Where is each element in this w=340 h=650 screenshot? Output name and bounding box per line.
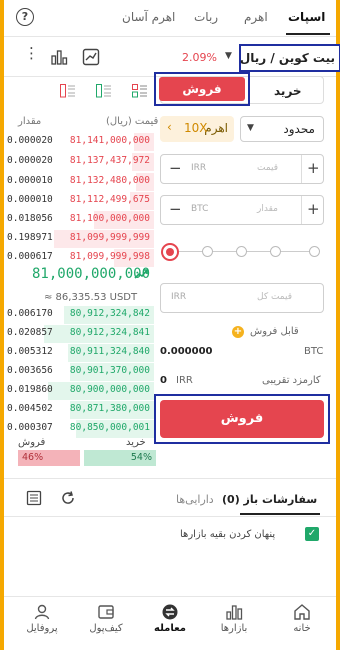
percent-slider-handle[interactable] [161,243,179,261]
home-icon [294,604,310,620]
hide-others-label: پنهان کردن بقیه بازارها [180,529,276,540]
order-type-chevron-icon: ▼ [247,123,254,133]
orders-tab-indicator [240,513,320,515]
ask-row[interactable]: 81,099,999,998 0.000617 [4,248,154,268]
pair-name: بیت کوین / ریال [239,51,335,65]
nav-wallet[interactable]: کیف‌پول [74,603,138,634]
bid-row[interactable]: 80,901,370,000 0.003656 [4,362,154,382]
bid-row[interactable]: 80,911,324,840 0.005312 [4,343,154,363]
leverage-selector[interactable]: اهرم 10X ‹ [160,116,234,142]
slider-step-75[interactable] [270,246,281,257]
nav-trade[interactable]: معامله [138,603,202,634]
chart-line-icon[interactable] [82,48,100,66]
bid-row[interactable]: 80,871,380,000 0.004502 [4,400,154,420]
price-column-header: قیمت (ریال) [106,116,159,127]
orderbook-buy-icon[interactable] [96,84,112,98]
tab-bot[interactable]: ربات [194,10,218,24]
hide-others-checkbox[interactable]: ✓ [305,527,319,541]
active-tab-indicator [286,33,330,35]
orderbook-both-icon[interactable] [132,84,148,98]
submit-highlight: فروش [154,394,330,444]
sellable-label: قابل فروش [250,326,299,337]
tab-open-orders[interactable]: سفارشات باز (0) [222,493,317,506]
sell-tab[interactable]: فروش [159,77,245,101]
price-plus-icon[interactable]: + [307,159,320,177]
buy-ratio-label: خرید [126,437,146,448]
ask-row[interactable]: 81,137,437,972 0.000020 [4,152,154,172]
trend-up-icon [134,269,148,279]
price-input[interactable]: − IRR قیمت + [160,154,324,184]
total-input[interactable]: IRR قیمت کل [160,283,324,313]
refresh-icon[interactable] [60,490,76,506]
nav-profile[interactable]: پروفایل [10,603,74,634]
tab-spot[interactable]: اسپات [288,10,325,24]
ask-row[interactable]: 81,099,999,999 0.198971 [4,229,154,249]
markets-icon [226,605,243,620]
deposit-plus-icon[interactable]: + [232,326,244,338]
tab-easy-margin[interactable]: اهرم آسان [122,10,175,24]
amount-minus-icon[interactable]: − [169,200,182,218]
ask-row[interactable]: 81,141,000,000 0.000020 [4,132,154,152]
slider-step-100[interactable] [309,246,320,257]
nav-home[interactable]: خانه [270,603,334,634]
orderbook-sell-icon[interactable] [60,84,76,98]
order-type-select[interactable]: محدود ▼ [240,116,324,142]
order-history-icon[interactable] [26,490,42,506]
ask-row[interactable]: 81,132,480,000 0.000010 [4,172,154,192]
chevron-left-icon: ‹ [167,120,172,134]
bid-row[interactable]: 80,900,000,000 0.019860 [4,381,154,401]
sellable-value: 0.000000 [160,346,213,357]
fee-value: 0 [160,375,167,386]
buy-tab[interactable]: خرید [274,84,302,98]
wallet-icon [98,605,114,619]
price-minus-icon[interactable]: − [169,159,182,177]
amount-column-header: مقدار [18,116,42,127]
bid-row[interactable]: 80,850,000,001 0.000307 [4,419,154,439]
fee-label: کارمزد تقریبی [262,375,321,386]
tab-margin[interactable]: اهرم [244,10,268,24]
usdt-equivalent: ≈ 86,335.53 USDT [44,292,138,303]
fee-unit: IRR [176,375,193,386]
pair-dropdown-icon[interactable]: ▼ [225,51,232,61]
amount-input[interactable]: − BTC مقدار + [160,195,324,225]
slider-step-25[interactable] [202,246,213,257]
trade-screen: اسپات اهرم ربات اهرم آسان ? بیت کوین / ر… [4,0,340,650]
price-change: 2.09% [182,51,217,64]
slider-step-50[interactable] [236,246,247,257]
more-menu-icon[interactable]: ⋮ [24,46,39,61]
sellable-unit: BTC [304,346,324,357]
buy-ratio-bar: 54% [84,450,156,466]
sell-ratio-bar: 46% [18,450,80,466]
profile-icon [34,604,50,620]
trade-icon [162,604,178,620]
ask-row[interactable]: 81,112,499,675 0.000010 [4,191,154,211]
sell-ratio-label: فروش [18,437,46,448]
last-price[interactable]: 81,000,000,000 [32,266,150,282]
nav-markets[interactable]: بازارها [202,603,266,634]
help-icon[interactable]: ? [16,8,34,26]
pair-selector[interactable]: بیت کوین / ریال [239,44,340,72]
ask-row[interactable]: 81,100,000,000 0.018056 [4,210,154,230]
sell-tab-highlight: فروش [154,72,250,106]
bid-row[interactable]: 80,912,324,842 0.006170 [4,305,154,325]
bar-chart-icon[interactable] [50,48,68,66]
bid-row[interactable]: 80,912,324,841 0.020857 [4,324,154,344]
tab-assets[interactable]: دارایی‌ها [176,493,214,506]
sell-submit-button[interactable]: فروش [160,400,324,438]
amount-plus-icon[interactable]: + [307,200,320,218]
